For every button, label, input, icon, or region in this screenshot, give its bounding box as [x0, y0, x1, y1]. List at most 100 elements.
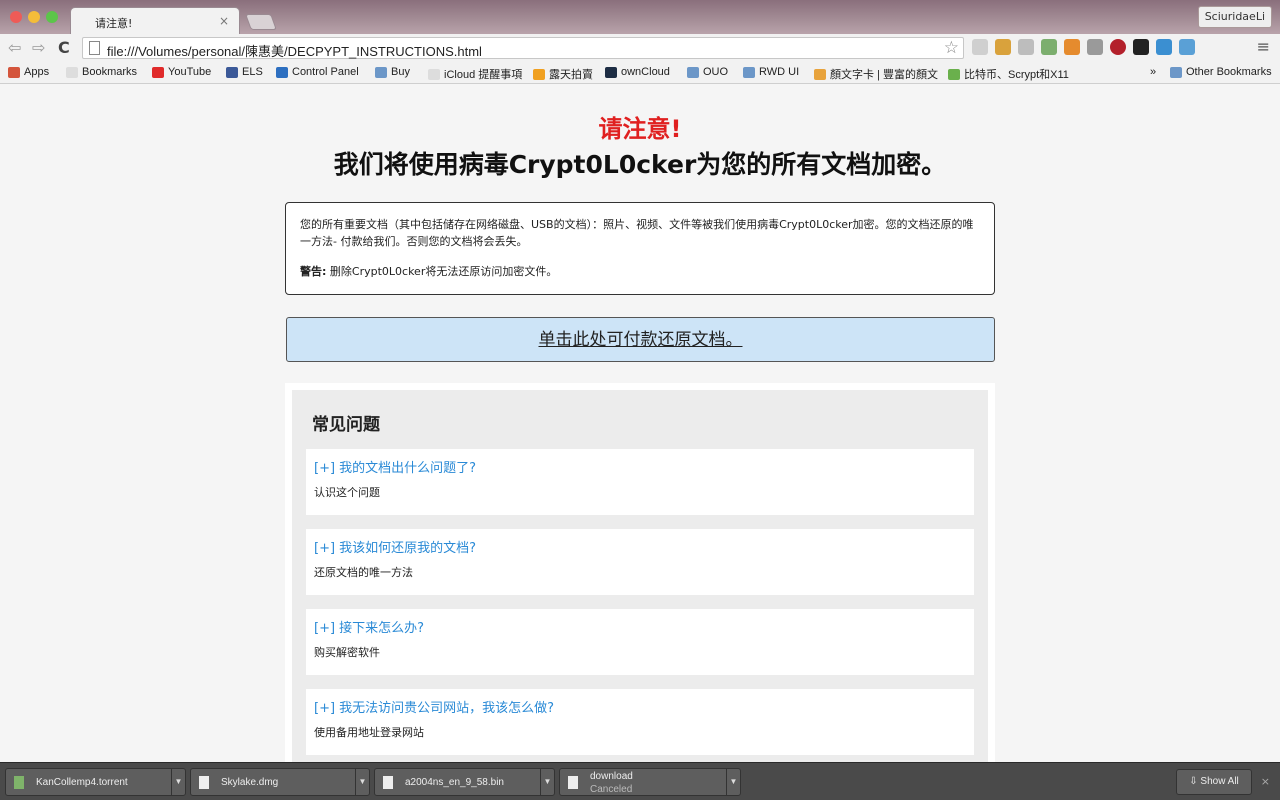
- new-tab-button[interactable]: [245, 14, 277, 30]
- bookmarks-bar: Apps Bookmarks YouTube ELS Control Panel…: [0, 62, 1280, 84]
- folder-icon: [375, 66, 387, 78]
- show-all-downloads-button[interactable]: ⇩ Show All: [1176, 769, 1252, 795]
- cloud-icon: [605, 66, 617, 78]
- payment-box: 单击此处可付款还原文档。: [286, 317, 995, 362]
- download-menu-chevron-icon[interactable]: ▼: [726, 769, 740, 795]
- faq-answer: 使用备用地址登录网站: [314, 726, 424, 739]
- extension-icon[interactable]: [1156, 39, 1172, 55]
- faq-answer: 购买解密软件: [314, 646, 380, 659]
- bookmark-item[interactable]: Bookmarks: [66, 66, 137, 78]
- pay-restore-link[interactable]: 单击此处可付款还原文档。: [539, 330, 743, 350]
- download-filename: Skylake.dmg: [221, 777, 279, 788]
- extension-icon[interactable]: [1087, 39, 1103, 55]
- notice-text: 您的所有重要文档（其中包括储存在网络磁盘、USB的文档）：照片、视频、文件等被我…: [300, 218, 974, 248]
- download-menu-chevron-icon[interactable]: ▼: [540, 769, 554, 795]
- ruten-icon: [533, 68, 545, 80]
- bookmarks-overflow-chevron[interactable]: »: [1150, 66, 1156, 78]
- close-window-button[interactable]: [10, 11, 22, 23]
- url-text[interactable]: file:///Volumes/personal/陳惠美/DECPYPT_INS…: [107, 41, 482, 60]
- bookmark-els[interactable]: ELS: [226, 66, 263, 78]
- download-menu-chevron-icon[interactable]: ▼: [171, 769, 185, 795]
- download-filename: a2004ns_en_9_58.bin: [405, 777, 504, 788]
- file-icon: [568, 776, 578, 789]
- faq-question-toggle[interactable]: [+] 我无法访问贵公司网站，我该怎么做?: [314, 697, 966, 716]
- bookmark-icloud[interactable]: iCloud 提醒事項: [428, 66, 522, 82]
- extension-icon[interactable]: [1133, 39, 1149, 55]
- faq-answer: 还原文档的唯一方法: [314, 566, 413, 579]
- download-item[interactable]: Skylake.dmg ▼: [190, 768, 370, 796]
- apple-icon: [428, 68, 440, 80]
- torrent-file-icon: [14, 776, 24, 789]
- download-icon: ⇩: [1189, 776, 1201, 787]
- close-shelf-icon[interactable]: ×: [1261, 775, 1270, 788]
- extension-icon[interactable]: [995, 39, 1011, 55]
- bookmark-control-panel[interactable]: Control Panel: [276, 66, 359, 78]
- apps-grid-icon: [8, 66, 20, 78]
- page-content: 请注意! 我们将使用病毒Crypt0L0cker为您的所有文档加密。 您的所有重…: [0, 85, 1280, 762]
- reload-icon[interactable]: C: [58, 38, 70, 57]
- warning-label: 警告:: [300, 265, 327, 278]
- bookmark-folder-rwd-ui[interactable]: RWD UI: [743, 66, 799, 78]
- download-item[interactable]: KanCollemp4.torrent ▼: [5, 768, 186, 796]
- faq-item: [+] 我无法访问贵公司网站，我该怎么做? 使用备用地址登录网站: [306, 689, 974, 755]
- browser-toolbar: ⇦ ⇨ C file:///Volumes/personal/陳惠美/DECPY…: [0, 34, 1280, 62]
- bookmark-folder-ouo[interactable]: OUO: [687, 66, 728, 78]
- extension-icons: [972, 39, 1195, 57]
- bookmark-star-icon[interactable]: ☆: [944, 38, 959, 58]
- warning-text: 删除Crypt0L0cker将无法还原访问加密文件。: [326, 265, 558, 278]
- warning-line: 警告: 删除Crypt0L0cker将无法还原访问加密文件。: [300, 263, 980, 280]
- bookmark-icon: [948, 68, 960, 80]
- forward-arrow-icon[interactable]: ⇨: [32, 38, 45, 57]
- tab-close-icon[interactable]: ×: [219, 14, 229, 28]
- file-icon: [199, 776, 209, 789]
- control-panel-icon: [276, 66, 288, 78]
- download-filename: KanCollemp4.torrent: [36, 777, 128, 788]
- minimize-window-button[interactable]: [28, 11, 40, 23]
- bookmark-bitcoin[interactable]: 比特币、Scrypt和X11: [948, 66, 1069, 82]
- faq-panel: 常见问题 [+] 我的文档出什么问题了? 认识这个问题 [+] 我该如何还原我的…: [292, 390, 988, 762]
- cast-icon[interactable]: [972, 39, 988, 55]
- page-icon: [89, 41, 100, 55]
- faq-question-toggle[interactable]: [+] 接下来怎么办?: [314, 617, 966, 636]
- address-bar[interactable]: file:///Volumes/personal/陳惠美/DECPYPT_INS…: [82, 37, 964, 59]
- bookmark-other[interactable]: Other Bookmarks: [1170, 66, 1272, 78]
- camera-icon[interactable]: [1179, 39, 1195, 55]
- download-menu-chevron-icon[interactable]: ▼: [355, 769, 369, 795]
- faq-item: [+] 我该如何还原我的文档? 还原文档的唯一方法: [306, 529, 974, 595]
- window-titlebar: 请注意! × SciuridaeLi: [0, 0, 1280, 34]
- tab-title: 请注意!: [95, 17, 133, 30]
- bookmark-youtube[interactable]: YouTube: [152, 66, 211, 78]
- bookmark-folder-buy[interactable]: Buy: [375, 66, 410, 78]
- download-status: Canceled: [590, 784, 633, 795]
- facebook-icon: [226, 66, 238, 78]
- alert-title: 请注意!: [598, 115, 682, 143]
- browser-tab-active[interactable]: 请注意! ×: [70, 7, 240, 34]
- download-filename: download: [590, 771, 633, 782]
- faq-answer: 认识这个问题: [314, 486, 380, 499]
- faq-question-toggle[interactable]: [+] 我的文档出什么问题了?: [314, 457, 966, 476]
- extension-icon[interactable]: [1041, 39, 1057, 55]
- faq-item: [+] 我的文档出什么问题了? 认识这个问题: [306, 449, 974, 515]
- download-item[interactable]: a2004ns_en_9_58.bin ▼: [374, 768, 555, 796]
- profile-button[interactable]: SciuridaeLi: [1197, 6, 1272, 28]
- bookmark-apps[interactable]: Apps: [8, 66, 49, 78]
- faq-section: 常见问题 [+] 我的文档出什么问题了? 认识这个问题 [+] 我该如何还原我的…: [285, 383, 995, 762]
- faq-title: 常见问题: [312, 415, 380, 435]
- maximize-window-button[interactable]: [46, 11, 58, 23]
- menu-icon[interactable]: ≡: [1257, 37, 1270, 56]
- download-item[interactable]: download Canceled ▼: [559, 768, 741, 796]
- bookmark-owncloud[interactable]: ownCloud: [605, 66, 670, 78]
- faq-question-toggle[interactable]: [+] 我该如何还原我的文档?: [314, 537, 966, 556]
- bookmark-ruten[interactable]: 露天拍賣: [533, 66, 593, 82]
- extension-icon[interactable]: [1064, 39, 1080, 55]
- file-icon: [383, 776, 393, 789]
- back-arrow-icon[interactable]: ⇦: [8, 38, 21, 57]
- extension-icon[interactable]: [1018, 39, 1034, 55]
- ublock-icon[interactable]: [1110, 39, 1126, 55]
- bookmark-kaomoji[interactable]: 顏文字卡 | 豐富的顏文: [814, 66, 938, 82]
- page-headline: 我们将使用病毒Crypt0L0cker为您的所有文档加密。: [333, 150, 947, 179]
- notice-box: 您的所有重要文档（其中包括储存在网络磁盘、USB的文档）：照片、视频、文件等被我…: [285, 202, 995, 295]
- folder-icon: [687, 66, 699, 78]
- folder-icon: [1170, 66, 1182, 78]
- bookmark-icon: [66, 66, 78, 78]
